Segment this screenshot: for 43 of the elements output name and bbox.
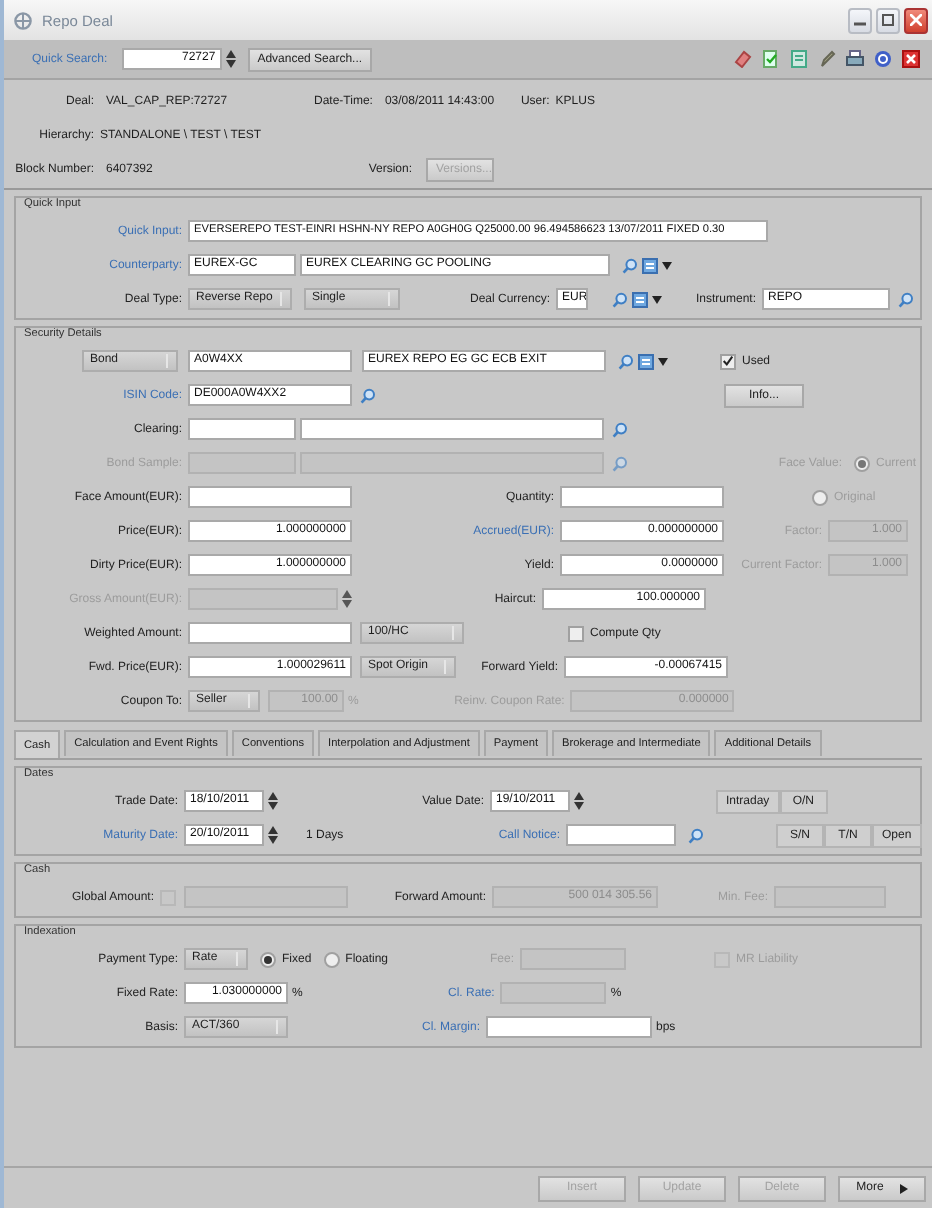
list-icon[interactable]	[632, 291, 648, 307]
spinner-icon[interactable]	[574, 792, 584, 810]
caret-icon[interactable]	[658, 357, 668, 365]
input-field[interactable]	[188, 486, 352, 508]
input-field[interactable]	[188, 418, 296, 440]
help-icon[interactable]	[874, 50, 892, 68]
search-icon[interactable]	[612, 291, 628, 307]
search-icon[interactable]	[618, 353, 634, 369]
close-icon[interactable]	[902, 50, 920, 68]
checkbox[interactable]	[720, 353, 736, 369]
checkbox[interactable]	[568, 625, 584, 641]
app-icon	[14, 11, 32, 29]
maximize-button[interactable]	[876, 7, 900, 33]
input-field[interactable]	[300, 418, 604, 440]
maximize-icon	[882, 14, 894, 26]
document-icon[interactable]	[790, 50, 808, 68]
caret-icon	[899, 1183, 908, 1193]
caret-icon[interactable]	[662, 261, 672, 269]
search-icon[interactable]	[612, 421, 628, 437]
search-icon[interactable]	[688, 827, 704, 843]
minimize-button[interactable]	[848, 7, 872, 33]
search-icon[interactable]	[612, 455, 628, 471]
list-icon[interactable]	[642, 257, 658, 273]
pen-icon[interactable]	[818, 50, 836, 68]
input-field[interactable]	[566, 824, 676, 846]
input-field[interactable]	[560, 486, 724, 508]
radio-button[interactable]	[260, 951, 276, 967]
search-icon[interactable]	[360, 387, 376, 403]
radio-button[interactable]	[323, 951, 340, 967]
spinner-icon[interactable]	[268, 792, 278, 810]
close-icon	[910, 14, 922, 26]
input-field[interactable]	[486, 1016, 652, 1038]
eraser-icon[interactable]	[734, 50, 752, 68]
close-button[interactable]	[904, 7, 928, 33]
printer-icon[interactable]	[846, 50, 864, 68]
spinner-icon[interactable]	[342, 590, 352, 608]
spinner-icon[interactable]	[268, 826, 278, 844]
list-icon[interactable]	[638, 353, 654, 369]
check-document-icon[interactable]	[762, 50, 780, 68]
search-icon[interactable]	[898, 291, 914, 307]
input-field[interactable]	[188, 622, 352, 644]
caret-icon[interactable]	[652, 295, 662, 303]
search-icon[interactable]	[622, 257, 638, 273]
